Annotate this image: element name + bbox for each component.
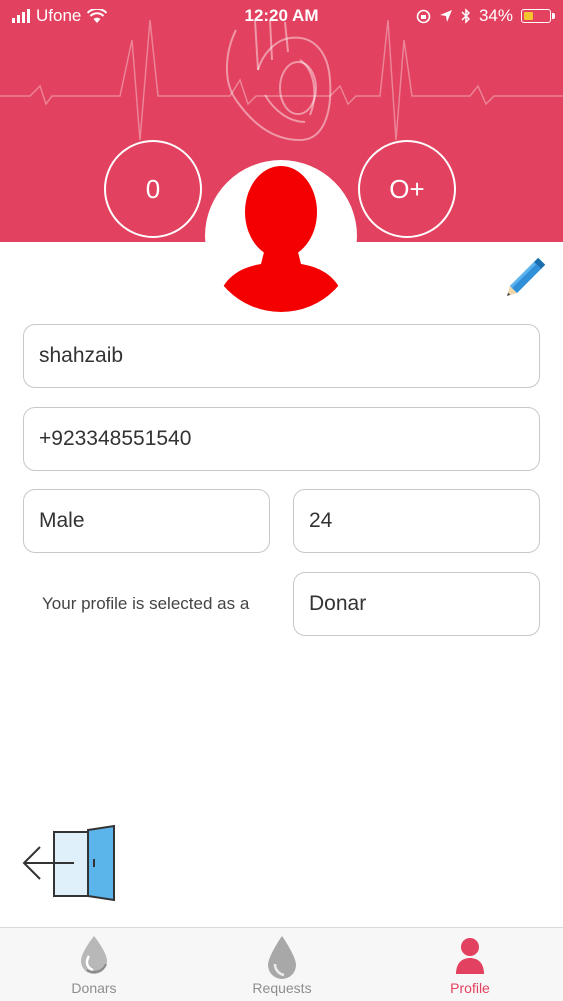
blood-drop-icon [81,936,107,974]
avatar[interactable] [205,160,357,312]
status-bar: Ufone 12:20 AM 34% [0,0,563,34]
tab-donars-label: Donars [71,980,117,996]
avatar-silhouette-icon [215,166,347,312]
name-field[interactable] [23,324,540,388]
tab-profile[interactable]: Profile [376,928,563,1001]
battery-icon [521,9,555,23]
battery-percent: 34% [478,6,513,25]
name-input[interactable] [39,344,539,368]
phone-field[interactable] [23,407,540,471]
tab-requests[interactable]: Requests [188,928,376,1001]
rotation-lock-icon [416,9,431,23]
role-field[interactable] [293,572,540,636]
person-icon [456,938,484,974]
blood-drop-icon [268,936,296,979]
edit-profile-button[interactable] [505,250,553,298]
logout-door-icon [22,824,115,902]
stat-circle: 0 [104,140,202,238]
blood-group-circle: O+ [358,140,456,238]
location-icon [439,10,452,22]
tab-requests-label: Requests [252,980,312,996]
role-input[interactable] [309,592,539,616]
tab-profile-label: Profile [450,980,490,996]
bluetooth-icon [461,8,471,24]
pencil-icon [507,257,546,296]
gender-field[interactable] [23,489,270,553]
status-right: 34% [416,6,555,26]
age-input[interactable] [309,509,539,533]
age-field[interactable] [293,489,540,553]
tab-donars[interactable]: Donars [0,928,188,1001]
logout-button[interactable] [20,822,120,906]
phone-input[interactable] [39,427,539,451]
gender-input[interactable] [39,509,269,533]
role-label: Your profile is selected as a [42,594,250,613]
tab-bar: Donars Requests Profile [0,927,563,1001]
